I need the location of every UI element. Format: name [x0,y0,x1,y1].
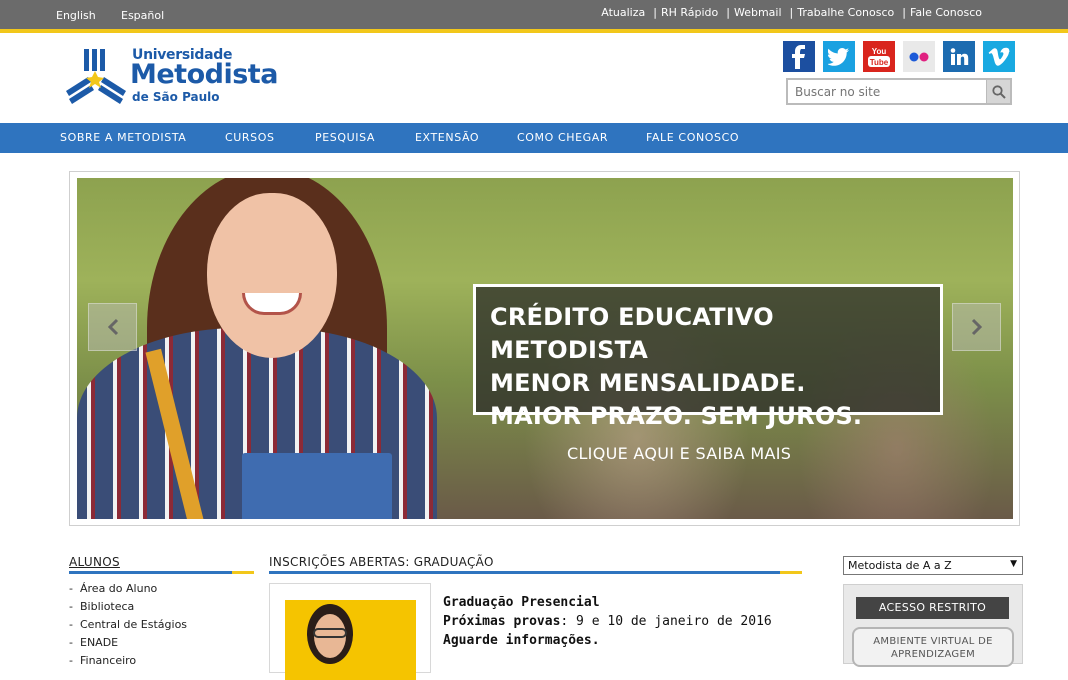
list-item[interactable]: - Área do Aluno [69,580,254,598]
webmail-link[interactable]: Webmail [734,6,782,19]
linkedin-icon[interactable] [943,41,975,72]
facebook-icon[interactable] [783,41,815,72]
alunos-section: ALUNOS - Área do Aluno - Biblioteca - Centr… [69,555,254,670]
trabalhe-conosco-link[interactable]: Trabalhe Conosco [797,6,894,19]
youtube-icon[interactable]: You Tube [863,41,895,72]
inscricoes-section: INSCRIÇÕES ABERTAS: GRADUAÇÃO Graduação … [269,555,802,680]
utility-links: Atualiza | RH Rápido | Webmail | Trabalhe Cono… [601,6,982,19]
chevron-left-icon [107,318,118,336]
inscricoes-title: INSCRIÇÕES ABERTAS: GRADUAÇÃO [269,555,494,569]
hero-photo-book [242,453,392,519]
section-rule [269,571,802,574]
divider: | [902,6,906,19]
section-rule [69,571,254,574]
nav-pesquisa[interactable]: PESQUISA [315,131,375,144]
language-espanol-link[interactable]: Español [121,9,164,22]
hero-caption-line-2: MENOR MENSALIDADE. [490,369,806,397]
hero-slide[interactable]: CRÉDITO EDUCATIVO METODISTA MENOR MENSAL… [77,178,1013,519]
search-button[interactable] [986,80,1010,103]
university-logo[interactable]: Universidade Metodista de São Paulo [64,47,284,107]
svg-text:You: You [872,47,887,56]
nav-como-chegar[interactable]: COMO CHEGAR [517,131,608,144]
alunos-list: - Área do Aluno - Biblioteca - Central de E… [69,580,254,670]
list-item[interactable]: - Financeiro [69,652,254,670]
divider: | [789,6,794,19]
dropdown-arrow-icon: ▼ [1010,559,1017,569]
slider-next-button[interactable] [952,303,1001,351]
logo-line-3: de São Paulo [132,90,220,104]
list-item[interactable]: - Biblioteca [69,598,254,616]
news-title[interactable]: Graduação Presencial [443,595,600,610]
twitter-icon[interactable] [823,41,855,72]
search-form [786,78,1012,105]
atualiza-link[interactable]: Atualiza [601,6,645,19]
search-icon [991,84,1006,99]
search-input[interactable] [788,80,984,103]
alunos-title: ALUNOS [69,555,120,569]
metodista-a-z-select[interactable]: Metodista de A a Z ▼ [843,556,1023,575]
divider: | [653,6,657,19]
metodista-emblem-icon [66,49,126,104]
restricted-access-panel: ACESSO RESTRITO AMBIENTE VIRTUAL DE APRE… [843,584,1023,667]
logo-line-2: Metodista [130,59,278,90]
svg-text:Tube: Tube [870,58,889,67]
chevron-right-icon [971,318,982,336]
news-exam-dates: Próximas provas: 9 e 10 de janeiro de 20… [443,614,772,629]
hero-photo-face [207,193,337,358]
nav-fale-conosco[interactable]: FALE CONOSCO [646,131,739,144]
hero-caption-box: CRÉDITO EDUCATIVO METODISTA MENOR MENSAL… [473,284,943,430]
nav-sobre-a-metodista[interactable]: SOBRE A METODISTA [60,131,186,144]
language-english-link[interactable]: English [56,9,96,22]
divider: | [726,6,730,19]
news-note: Aguarde informações. [443,633,600,648]
main-nav: SOBRE A METODISTA CURSOS PESQUISA EXTENS… [0,123,1068,153]
news-thumbnail-image [285,600,416,680]
hero-caption-line-3: MAIOR PRAZO. SEM JUROS. [490,402,863,430]
nav-extensao[interactable]: EXTENSÃO [415,131,479,144]
restricted-access-title: ACESSO RESTRITO [856,597,1009,619]
hero-cta-link[interactable]: CLIQUE AQUI E SAIBA MAIS [567,444,791,463]
fale-conosco-link[interactable]: Fale Conosco [910,6,982,19]
rh-rapido-link[interactable]: RH Rápido [661,6,718,19]
hero-slider: CRÉDITO EDUCATIVO METODISTA MENOR MENSAL… [69,171,1020,526]
nav-cursos[interactable]: CURSOS [225,131,275,144]
virtual-learning-button[interactable]: AMBIENTE VIRTUAL DE APRENDIZAGEM [852,627,1014,667]
news-thumbnail-card[interactable] [269,583,431,680]
list-item[interactable]: - Central de Estágios [69,616,254,634]
top-bar: English Español Atualiza | RH Rápido | Webma… [0,0,1068,33]
list-item[interactable]: - ENADE [69,634,254,652]
vimeo-icon[interactable] [983,41,1015,72]
site-header: Universidade Metodista de São Paulo You T… [0,33,1068,123]
hero-caption-line-1: CRÉDITO EDUCATIVO METODISTA [490,303,774,364]
slider-prev-button[interactable] [88,303,137,351]
flickr-icon[interactable] [903,41,935,72]
